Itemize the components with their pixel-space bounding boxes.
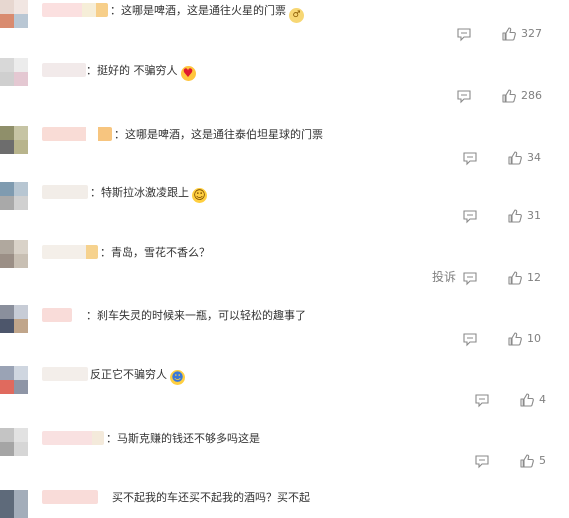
like-count: 4 xyxy=(539,393,546,406)
comment-item: 反正它不骗穷人 ☻ 4 xyxy=(0,364,569,424)
avatar[interactable] xyxy=(0,0,28,28)
reply-icon[interactable] xyxy=(462,270,478,286)
thumb-up-icon[interactable] xyxy=(507,331,523,347)
like-count: 327 xyxy=(521,27,542,40)
like-count: 10 xyxy=(527,332,541,345)
comment-text: 买不起我的车还买不起我的酒吗？买不起 xyxy=(112,491,310,504)
avatar[interactable] xyxy=(0,58,28,86)
comment-text: ：这哪是啤酒，这是通往泰伯坦星球的门票 xyxy=(114,128,323,141)
username-blurred[interactable] xyxy=(42,431,104,445)
thumb-up-icon[interactable] xyxy=(501,88,517,104)
comment-item: 买不起我的车还买不起我的酒吗？买不起 xyxy=(0,488,569,518)
avatar[interactable] xyxy=(0,366,28,394)
avatar[interactable] xyxy=(0,490,28,518)
comment-list: ：这哪是啤酒，这是通往火星的门票 ♂ 327 ：挺好的 不骗穷人 ♥ 286 ：… xyxy=(0,0,569,518)
comment-text: ：挺好的 不骗穷人 ♥ xyxy=(86,64,196,81)
comment-actions: 10 xyxy=(445,331,569,347)
reply-icon[interactable] xyxy=(456,88,472,104)
comment-item: ：挺好的 不骗穷人 ♥ 286 xyxy=(0,58,569,118)
thumb-up-icon[interactable] xyxy=(501,26,517,42)
username-blurred[interactable] xyxy=(42,127,112,141)
like-count: 34 xyxy=(527,151,541,164)
thumb-up-icon[interactable] xyxy=(519,453,535,469)
comment-actions: 327 xyxy=(439,26,569,42)
like-count: 31 xyxy=(527,209,541,222)
thumb-up-icon[interactable] xyxy=(507,150,523,166)
thumb-up-icon[interactable] xyxy=(519,392,535,408)
comment-item: ：特斯拉冰激凌跟上 ☺ 31 xyxy=(0,182,569,242)
like-count: 5 xyxy=(539,454,546,467)
comment-text: ：刹车失灵的时候来一瓶，可以轻松的趣事了 xyxy=(86,309,306,322)
username-blurred[interactable] xyxy=(42,367,88,381)
comment-text: ：青岛，雪花不香么？ xyxy=(100,246,210,259)
username-blurred[interactable] xyxy=(42,63,86,77)
comment-actions: 286 xyxy=(439,88,569,104)
like-count: 12 xyxy=(527,271,541,284)
reply-icon[interactable] xyxy=(462,331,478,347)
heart-eyes-emoji-icon: ♥ xyxy=(180,66,196,81)
reply-icon[interactable] xyxy=(474,453,490,469)
comment-actions: 4 xyxy=(457,392,569,408)
comment-actions: 5 xyxy=(457,453,569,469)
comment-text: 反正它不骗穷人 ☻ xyxy=(90,368,185,385)
comment-item: ：马斯克赚的钱还不够多吗这是 5 xyxy=(0,426,569,486)
avatar[interactable] xyxy=(0,182,28,210)
reply-icon[interactable] xyxy=(462,150,478,166)
like-count: 286 xyxy=(521,89,542,102)
laughing-emoji-icon: ☺ xyxy=(192,188,207,203)
comment-item: ：刹车失灵的时候来一瓶，可以轻松的趣事了 10 xyxy=(0,305,569,365)
comment-item: ：青岛，雪花不香么？ 投诉 12 xyxy=(0,240,569,302)
comment-actions: 31 xyxy=(445,208,569,224)
reply-icon[interactable] xyxy=(456,26,472,42)
username-blurred[interactable] xyxy=(42,490,98,504)
username-blurred[interactable] xyxy=(42,3,108,17)
comment-item: ：这哪是啤酒，这是通往泰伯坦星球的门票 34 xyxy=(0,124,569,184)
comment-actions: 12 xyxy=(445,270,569,286)
mars-emoji-icon: ♂ xyxy=(289,8,304,23)
thumb-up-icon[interactable] xyxy=(507,208,523,224)
avatar[interactable] xyxy=(0,305,28,333)
avatar[interactable] xyxy=(0,428,28,456)
username-blurred[interactable] xyxy=(42,308,72,322)
rolling-laugh-emoji-icon: ☻ xyxy=(170,370,185,385)
username-blurred[interactable] xyxy=(42,245,98,259)
reply-icon[interactable] xyxy=(474,392,490,408)
comment-item: ：这哪是啤酒，这是通往火星的门票 ♂ 327 xyxy=(0,0,569,60)
username-blurred[interactable] xyxy=(42,185,88,199)
avatar[interactable] xyxy=(0,126,28,154)
comment-actions: 34 xyxy=(445,150,569,166)
thumb-up-icon[interactable] xyxy=(507,270,523,286)
comment-text: ：特斯拉冰激凌跟上 ☺ xyxy=(90,186,207,203)
avatar[interactable] xyxy=(0,240,28,268)
comment-text: ：马斯克赚的钱还不够多吗这是 xyxy=(106,432,260,445)
comment-text: ：这哪是啤酒，这是通往火星的门票 ♂ xyxy=(110,4,304,23)
reply-icon[interactable] xyxy=(462,208,478,224)
